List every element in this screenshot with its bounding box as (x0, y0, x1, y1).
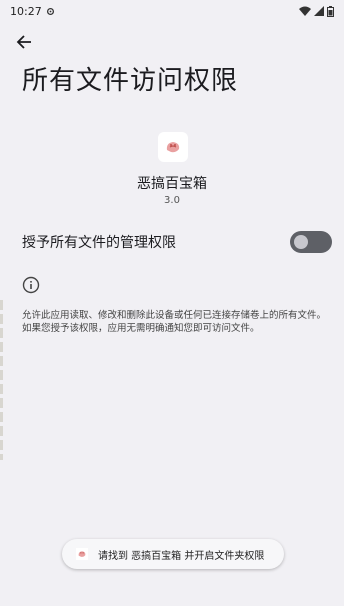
battery-icon (327, 5, 334, 17)
signal-icon (314, 6, 324, 16)
edge-strip (0, 300, 3, 460)
page-title: 所有文件访问权限 (22, 66, 239, 96)
toggle-knob (294, 235, 308, 249)
status-left: 10:27 (10, 5, 55, 18)
arrow-left-icon (16, 35, 31, 49)
toast-text: 请找到 恶搞百宝箱 并开启文件夹权限 (98, 550, 265, 562)
app-version: 3.0 (164, 195, 180, 206)
settings-gear-icon (46, 7, 54, 15)
status-right (299, 5, 334, 17)
wifi-icon (299, 6, 311, 16)
toast: 请找到 恶搞百宝箱 并开启文件夹权限 (62, 539, 284, 569)
app-logo-icon (78, 551, 86, 557)
all-files-permission-row[interactable]: 授予所有文件的管理权限 (22, 229, 332, 255)
app-logo-icon (166, 142, 180, 153)
permission-description: 允许此应用读取、修改和删除此设备或任何已连接存储卷上的所有文件。如果您授予该权限… (22, 310, 327, 334)
app-name: 恶搞百宝箱 (137, 176, 207, 192)
status-time: 10:27 (10, 4, 42, 18)
status-bar: 10:27 (0, 0, 344, 22)
info-icon (22, 276, 40, 294)
app-icon (158, 132, 188, 162)
toast-app-icon (76, 548, 88, 560)
permission-toggle[interactable] (290, 231, 332, 253)
back-button[interactable] (12, 30, 36, 54)
permission-label: 授予所有文件的管理权限 (22, 235, 176, 251)
